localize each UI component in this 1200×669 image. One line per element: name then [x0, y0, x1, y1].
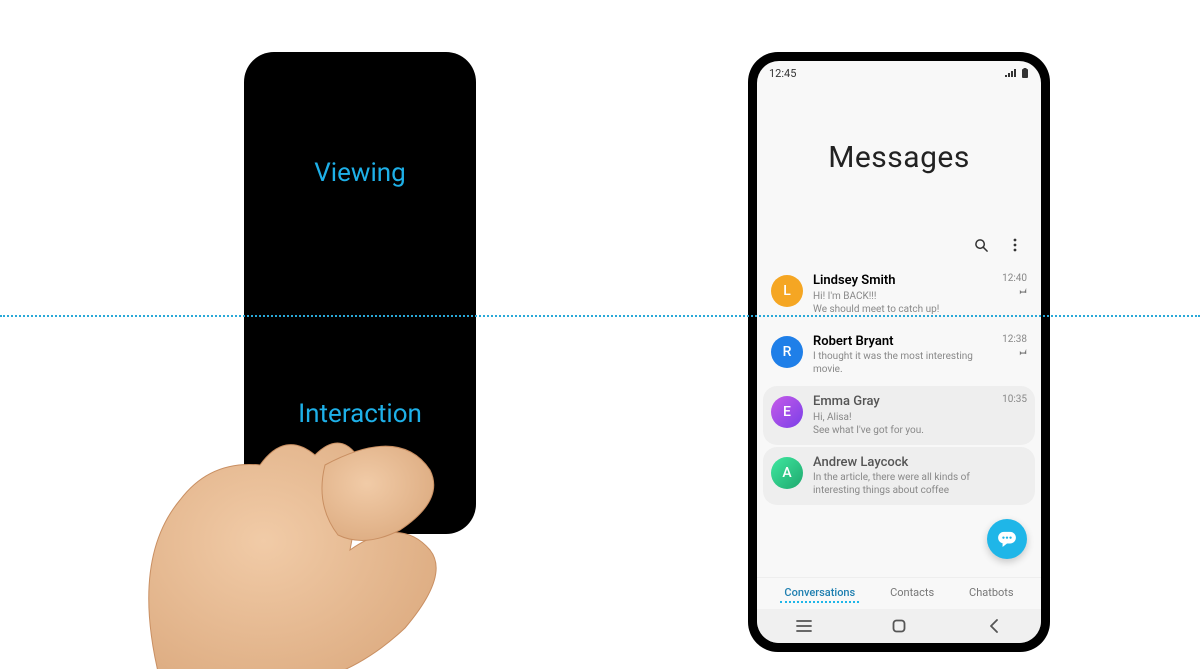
signal-icon [1005, 68, 1017, 78]
conversation-item[interactable]: R Robert Bryant I thought it was the mos… [763, 326, 1035, 385]
avatar: R [771, 336, 803, 368]
status-time: 12:45 [769, 67, 1005, 80]
conversation-item[interactable]: A Andrew Laycock In the article, there w… [763, 447, 1035, 506]
nav-recents[interactable] [795, 617, 813, 635]
conversation-item[interactable]: E Emma Gray Hi, Alisa! See what I've got… [763, 386, 1035, 445]
contact-name: Robert Bryant [813, 334, 992, 350]
conversation-body: Robert Bryant I thought it was the most … [813, 334, 992, 377]
timestamp: 12:38 [1002, 334, 1027, 345]
pin-icon [1018, 286, 1027, 298]
more-button[interactable] [1007, 237, 1023, 253]
tab-conversations[interactable]: Conversations [780, 584, 859, 603]
compose-icon [997, 531, 1017, 547]
compose-fab[interactable] [987, 519, 1027, 559]
app-header: Messages [757, 85, 1041, 265]
viewing-label: Viewing [314, 158, 405, 188]
message-preview: I thought it was the most interesting mo… [813, 350, 992, 376]
pin-icon [1018, 347, 1027, 359]
more-icon [1013, 238, 1017, 252]
conversation-meta: 12:40 [1002, 273, 1027, 298]
avatar: E [771, 396, 803, 428]
android-nav-bar [757, 609, 1041, 643]
home-icon [892, 619, 906, 633]
message-preview: Hi, Alisa! See what I've got for you. [813, 411, 992, 437]
avatar: L [771, 275, 803, 307]
header-actions [757, 229, 1041, 265]
conversation-body: Andrew Laycock In the article, there wer… [813, 455, 1017, 498]
tab-contacts[interactable]: Contacts [886, 584, 938, 603]
page-title: Messages [828, 140, 970, 175]
nav-home[interactable] [890, 617, 908, 635]
battery-icon [1021, 68, 1029, 79]
bottom-tabs: Conversations Contacts Chatbots [757, 577, 1041, 609]
contact-name: Lindsey Smith [813, 273, 992, 289]
conversation-body: Emma Gray Hi, Alisa! See what I've got f… [813, 394, 992, 437]
status-bar: 12:45 [757, 61, 1041, 85]
message-preview: Hi! I'm BACK!!! We should meet to catch … [813, 290, 992, 316]
conversation-meta: 10:35 [1002, 394, 1027, 405]
timestamp: 12:40 [1002, 273, 1027, 284]
conversation-body: Lindsey Smith Hi! I'm BACK!!! We should … [813, 273, 992, 316]
tab-chatbots[interactable]: Chatbots [965, 584, 1018, 603]
back-icon [989, 619, 999, 633]
search-button[interactable] [973, 237, 989, 253]
contact-name: Emma Gray [813, 394, 992, 410]
concept-phone: Viewing Interaction [244, 52, 476, 534]
phone-screen: 12:45 Messages L [757, 61, 1041, 643]
timestamp: 10:35 [1002, 394, 1027, 405]
contact-name: Andrew Laycock [813, 455, 1017, 471]
interaction-label: Interaction [298, 399, 422, 429]
interaction-area: Interaction [244, 293, 476, 534]
search-icon [974, 238, 989, 253]
header-title-wrap: Messages [757, 85, 1041, 229]
nav-back[interactable] [985, 617, 1003, 635]
recents-icon [796, 620, 812, 632]
horizontal-divider [0, 315, 1200, 317]
status-icons [1005, 68, 1029, 79]
avatar: A [771, 457, 803, 489]
viewing-area: Viewing [244, 52, 476, 293]
conversation-meta: 12:38 [1002, 334, 1027, 359]
message-preview: In the article, there were all kinds of … [813, 471, 1017, 497]
messages-phone: 12:45 Messages L [748, 52, 1050, 652]
